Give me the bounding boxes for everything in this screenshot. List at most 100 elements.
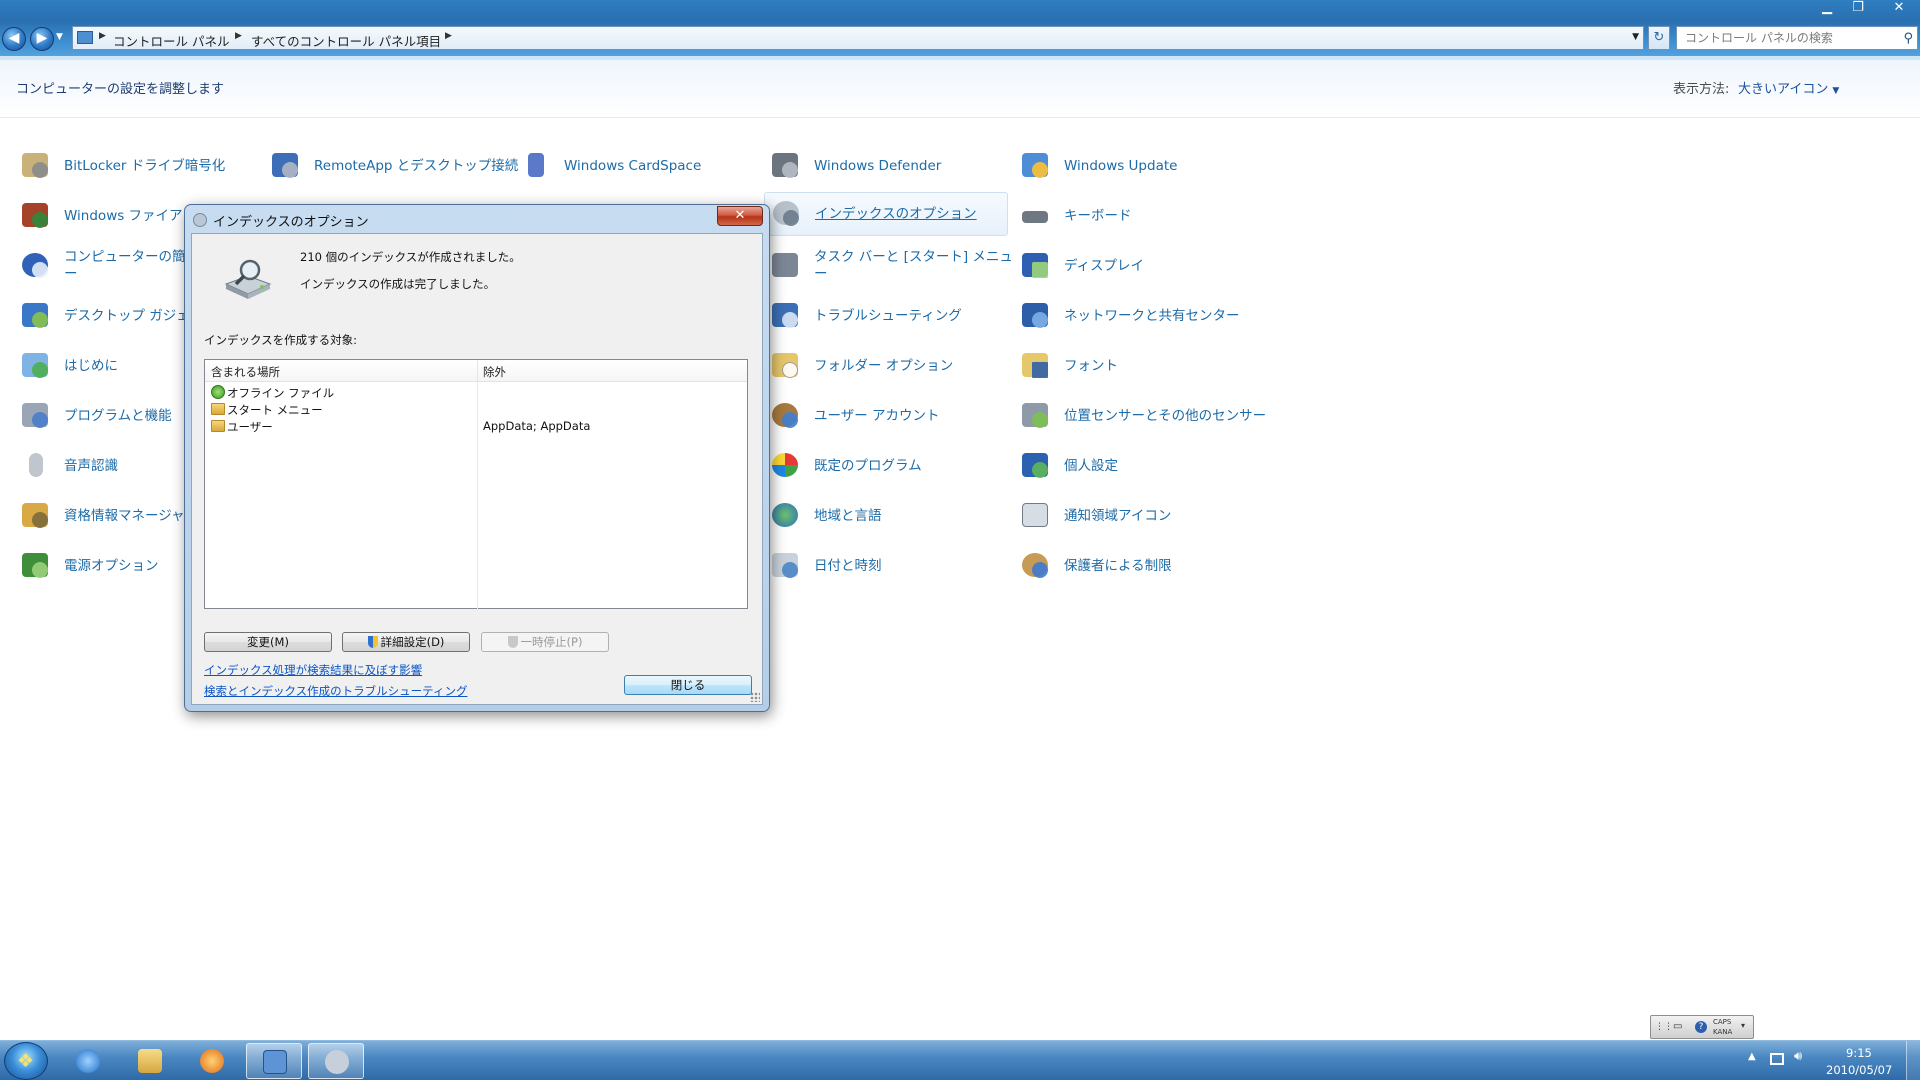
cp-item-label[interactable]: 資格情報マネージャー	[64, 508, 198, 525]
search-input[interactable]	[1685, 28, 1890, 48]
address-bar[interactable]: ▶ コントロール パネル ▶ すべてのコントロール パネル項目 ▶ ▼	[72, 26, 1644, 50]
cp-item-label[interactable]: デスクトップ ガジェッ	[64, 308, 203, 325]
cp-item-programs[interactable]: プログラムと機能	[0, 394, 172, 438]
cp-item-label[interactable]: 地域と言語	[814, 508, 882, 525]
taskbar-media-player[interactable]	[184, 1043, 240, 1079]
cp-item-cardspace[interactable]: Windows CardSpace	[500, 144, 701, 188]
cp-item-label[interactable]: 日付と時刻	[814, 558, 882, 575]
cp-item-folder-options[interactable]: フォルダー オプション	[750, 344, 953, 388]
dialog-titlebar[interactable]: インデックスのオプション ✕	[185, 205, 769, 233]
help-icon[interactable]: ?	[1695, 1021, 1707, 1033]
cp-item-label[interactable]: BitLocker ドライブ暗号化	[64, 158, 225, 175]
cp-item-label[interactable]: Windows Update	[1064, 158, 1177, 175]
cp-item-notification-area[interactable]: 通知領域アイコン	[1000, 494, 1171, 538]
search-icon[interactable]: ⚲	[1903, 31, 1913, 46]
cp-item-indexing[interactable]: インデックスのオプション	[764, 192, 1008, 236]
ime-language-bar[interactable]: ⋮⋮ ▭ ? CAPS KANA ▾	[1650, 1015, 1754, 1039]
cp-item-firewall[interactable]: Windows ファイアウ	[0, 194, 196, 238]
show-hidden-icons-icon[interactable]: ▲	[1748, 1051, 1756, 1062]
cp-item-label[interactable]: Windows Defender	[814, 158, 941, 175]
cp-item-label[interactable]: ディスプレイ	[1064, 258, 1144, 275]
indexing-effect-link[interactable]: インデックス処理が検索結果に及ぼす影響	[204, 662, 422, 678]
forward-button[interactable]: ▶	[30, 27, 54, 51]
cp-item-troubleshooting[interactable]: トラブルシューティング	[750, 294, 962, 338]
cp-item-label[interactable]: フォント	[1064, 358, 1118, 375]
cp-item-label[interactable]: Windows ファイアウ	[64, 208, 196, 225]
cp-item-keyboard[interactable]: キーボード	[1000, 194, 1132, 238]
cp-item-user-accounts[interactable]: ユーザー アカウント	[750, 394, 940, 438]
window-close-button[interactable]: ✕	[1880, 0, 1918, 18]
breadcrumb-separator-icon[interactable]: ▶	[99, 31, 106, 41]
list-item[interactable]: ユーザー AppData; AppData	[205, 418, 747, 435]
cp-item-label[interactable]: 位置センサーとその他のセンサー	[1064, 408, 1266, 425]
search-box[interactable]: ⚲	[1676, 26, 1918, 50]
list-item[interactable]: オフライン ファイル	[205, 384, 747, 401]
cp-item-label[interactable]: ユーザー アカウント	[814, 408, 940, 425]
cp-item-label[interactable]: フォルダー オプション	[814, 358, 953, 375]
cp-item-label[interactable]: Windows CardSpace	[564, 158, 701, 175]
taskbar-internet-explorer[interactable]	[60, 1043, 116, 1079]
close-button[interactable]: 閉じる	[624, 675, 752, 695]
network-icon[interactable]	[1770, 1053, 1784, 1065]
cp-item-default-programs[interactable]: 既定のプログラム	[750, 444, 922, 488]
advanced-button-label[interactable]: 詳細設定(D)	[381, 635, 445, 649]
chevron-down-icon[interactable]: ▼	[1832, 86, 1839, 96]
cp-item-label[interactable]: コンピューターの簡単 ー	[64, 249, 199, 283]
cp-item-bitlocker[interactable]: BitLocker ドライブ暗号化	[0, 144, 225, 188]
taskbar-explorer[interactable]	[122, 1043, 178, 1079]
dialog-close-button[interactable]: ✕	[717, 206, 763, 226]
clock-date[interactable]: 2010/05/07	[1826, 1063, 1892, 1077]
modify-button[interactable]: 変更(M)	[204, 632, 332, 652]
cp-item-remoteapp[interactable]: RemoteApp とデスクトップ接続	[250, 144, 518, 188]
cp-item-power[interactable]: 電源オプション	[0, 544, 159, 588]
indexed-locations-list[interactable]: 含まれる場所 除外 オフライン ファイル スタート メニュー ユーザー AppD…	[204, 359, 748, 610]
minimize-button[interactable]: ▁	[1812, 0, 1842, 18]
ime-keyboard-icon[interactable]: ▭	[1673, 1021, 1682, 1032]
address-history-dropdown-icon[interactable]: ▼	[1632, 32, 1639, 42]
breadcrumb-control-panel[interactable]: コントロール パネル	[113, 31, 229, 50]
cp-item-parental-controls[interactable]: 保護者による制限	[1000, 544, 1172, 588]
cp-item-label[interactable]: 通知領域アイコン	[1064, 508, 1171, 525]
cp-item-defender[interactable]: Windows Defender	[750, 144, 941, 188]
cp-item-label[interactable]: プログラムと機能	[64, 408, 172, 425]
cp-item-speech[interactable]: 音声認識	[0, 444, 118, 488]
column-header-excluded[interactable]: 除外	[483, 364, 506, 380]
cp-item-fonts[interactable]: フォント	[1000, 344, 1118, 388]
cp-item-label[interactable]: 既定のプログラム	[814, 458, 922, 475]
recent-pages-dropdown-icon[interactable]: ▼	[56, 32, 63, 42]
cp-item-label[interactable]: 電源オプション	[64, 558, 159, 575]
cp-item-label[interactable]: タスク バーと [スタート] メニュ ー	[814, 249, 1013, 283]
cp-item-personalization[interactable]: 個人設定	[1000, 444, 1118, 488]
cp-item-label[interactable]: 音声認識	[64, 458, 118, 475]
start-button[interactable]	[4, 1042, 48, 1080]
cp-item-label[interactable]: 個人設定	[1064, 458, 1118, 475]
volume-icon[interactable]: 🔊︎	[1794, 1049, 1802, 1064]
view-by-dropdown[interactable]: 大きいアイコン ▼	[1738, 78, 1839, 97]
cp-item-gadgets[interactable]: デスクトップ ガジェッ	[0, 294, 203, 338]
cp-item-label[interactable]: キーボード	[1064, 208, 1132, 225]
cp-item-label[interactable]: インデックスのオプション	[815, 206, 977, 223]
show-desktop-button[interactable]	[1906, 1041, 1920, 1080]
cp-item-label[interactable]: トラブルシューティング	[814, 308, 962, 325]
resize-grip[interactable]	[750, 692, 760, 702]
back-button[interactable]: ◀	[2, 27, 26, 51]
cp-item-label[interactable]: RemoteApp とデスクトップ接続	[314, 158, 518, 175]
taskbar-indexing-options[interactable]	[308, 1043, 364, 1079]
cp-item-taskbar[interactable]: タスク バーと [スタート] メニュ ー	[750, 244, 1013, 288]
cp-item-getting-started[interactable]: はじめに	[0, 344, 118, 388]
clock-time[interactable]: 9:15	[1846, 1046, 1872, 1060]
cp-item-label[interactable]: 保護者による制限	[1064, 558, 1172, 575]
cp-item-display[interactable]: ディスプレイ	[1000, 244, 1144, 288]
cp-item-credential[interactable]: 資格情報マネージャー	[0, 494, 198, 538]
advanced-button[interactable]: 詳細設定(D)	[342, 632, 470, 652]
taskbar-control-panel[interactable]	[246, 1043, 302, 1079]
column-header-included[interactable]: 含まれる場所	[211, 364, 280, 380]
cp-item-windows-update[interactable]: Windows Update	[1000, 144, 1177, 188]
refresh-button[interactable]: ↻	[1648, 26, 1670, 50]
cp-item-network[interactable]: ネットワークと共有センター	[1000, 294, 1240, 338]
breadcrumb-separator-icon[interactable]: ▶	[445, 31, 452, 41]
breadcrumb-all-items[interactable]: すべてのコントロール パネル項目	[251, 31, 441, 50]
view-by-value[interactable]: 大きいアイコン	[1738, 82, 1828, 97]
list-item[interactable]: スタート メニュー	[205, 401, 747, 418]
cp-item-ease-of-access[interactable]: コンピューターの簡単 ー	[0, 244, 199, 288]
